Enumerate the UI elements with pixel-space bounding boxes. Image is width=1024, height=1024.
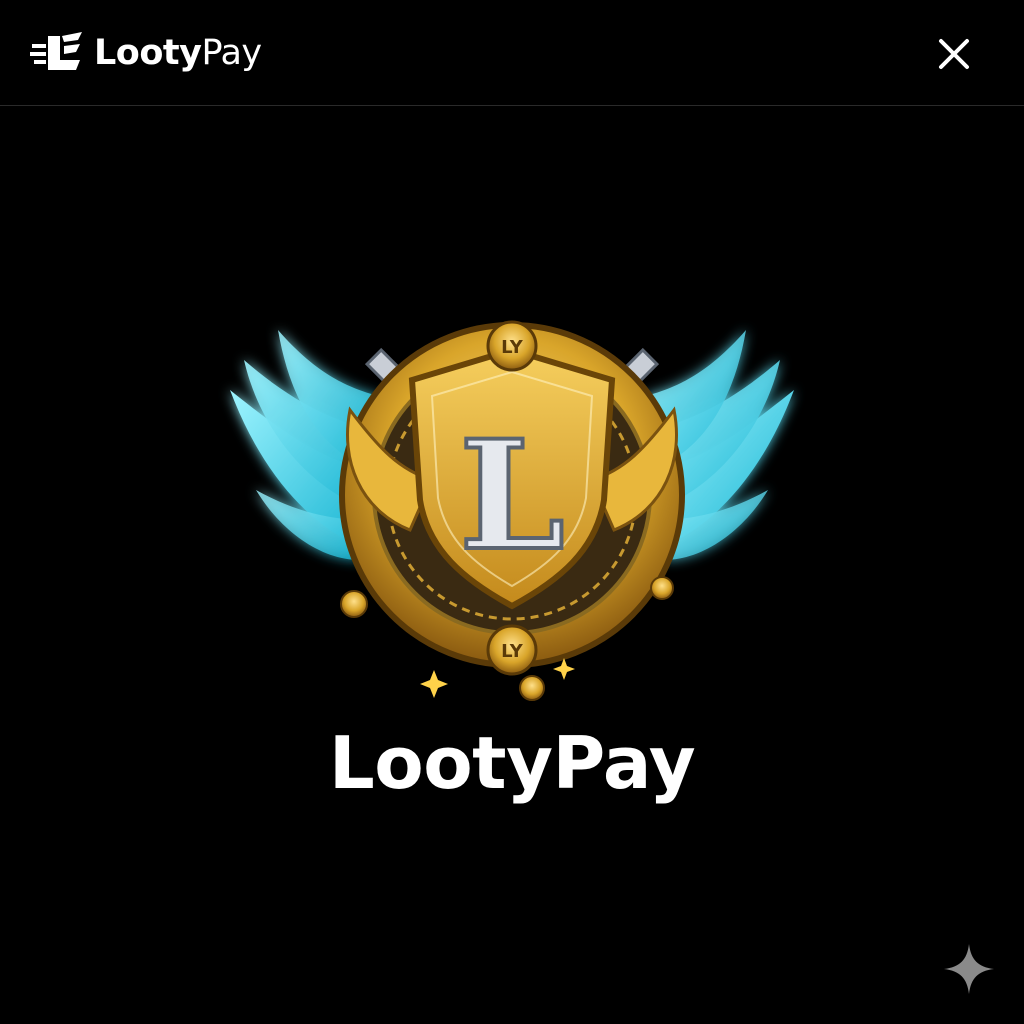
shield-letter: L — [459, 408, 564, 584]
coin-top-text: LY — [501, 337, 524, 358]
close-icon — [939, 39, 969, 69]
coin-bottom: LY — [486, 624, 538, 676]
close-button[interactable] — [930, 30, 978, 78]
sparkle-icon — [944, 944, 994, 994]
sparkle-small-icon — [420, 670, 448, 698]
top-bar: LootyPay — [0, 0, 1024, 106]
app-name-title: LootyPay — [328, 721, 696, 805]
coin-small-bottom — [519, 675, 545, 701]
coin-small-right — [650, 576, 674, 600]
brand-name: LootyPay — [94, 30, 262, 76]
brand-logo-icon — [30, 32, 82, 70]
brand: LootyPay — [30, 30, 262, 76]
lootypay-emblem: L LY LY — [230, 320, 794, 701]
brand-name-bold: Looty — [94, 33, 202, 73]
brand-name-regular: Pay — [201, 33, 262, 73]
coin-small-left — [340, 590, 368, 618]
coin-top: LY — [486, 320, 538, 372]
coin-bottom-text: LY — [501, 641, 524, 662]
